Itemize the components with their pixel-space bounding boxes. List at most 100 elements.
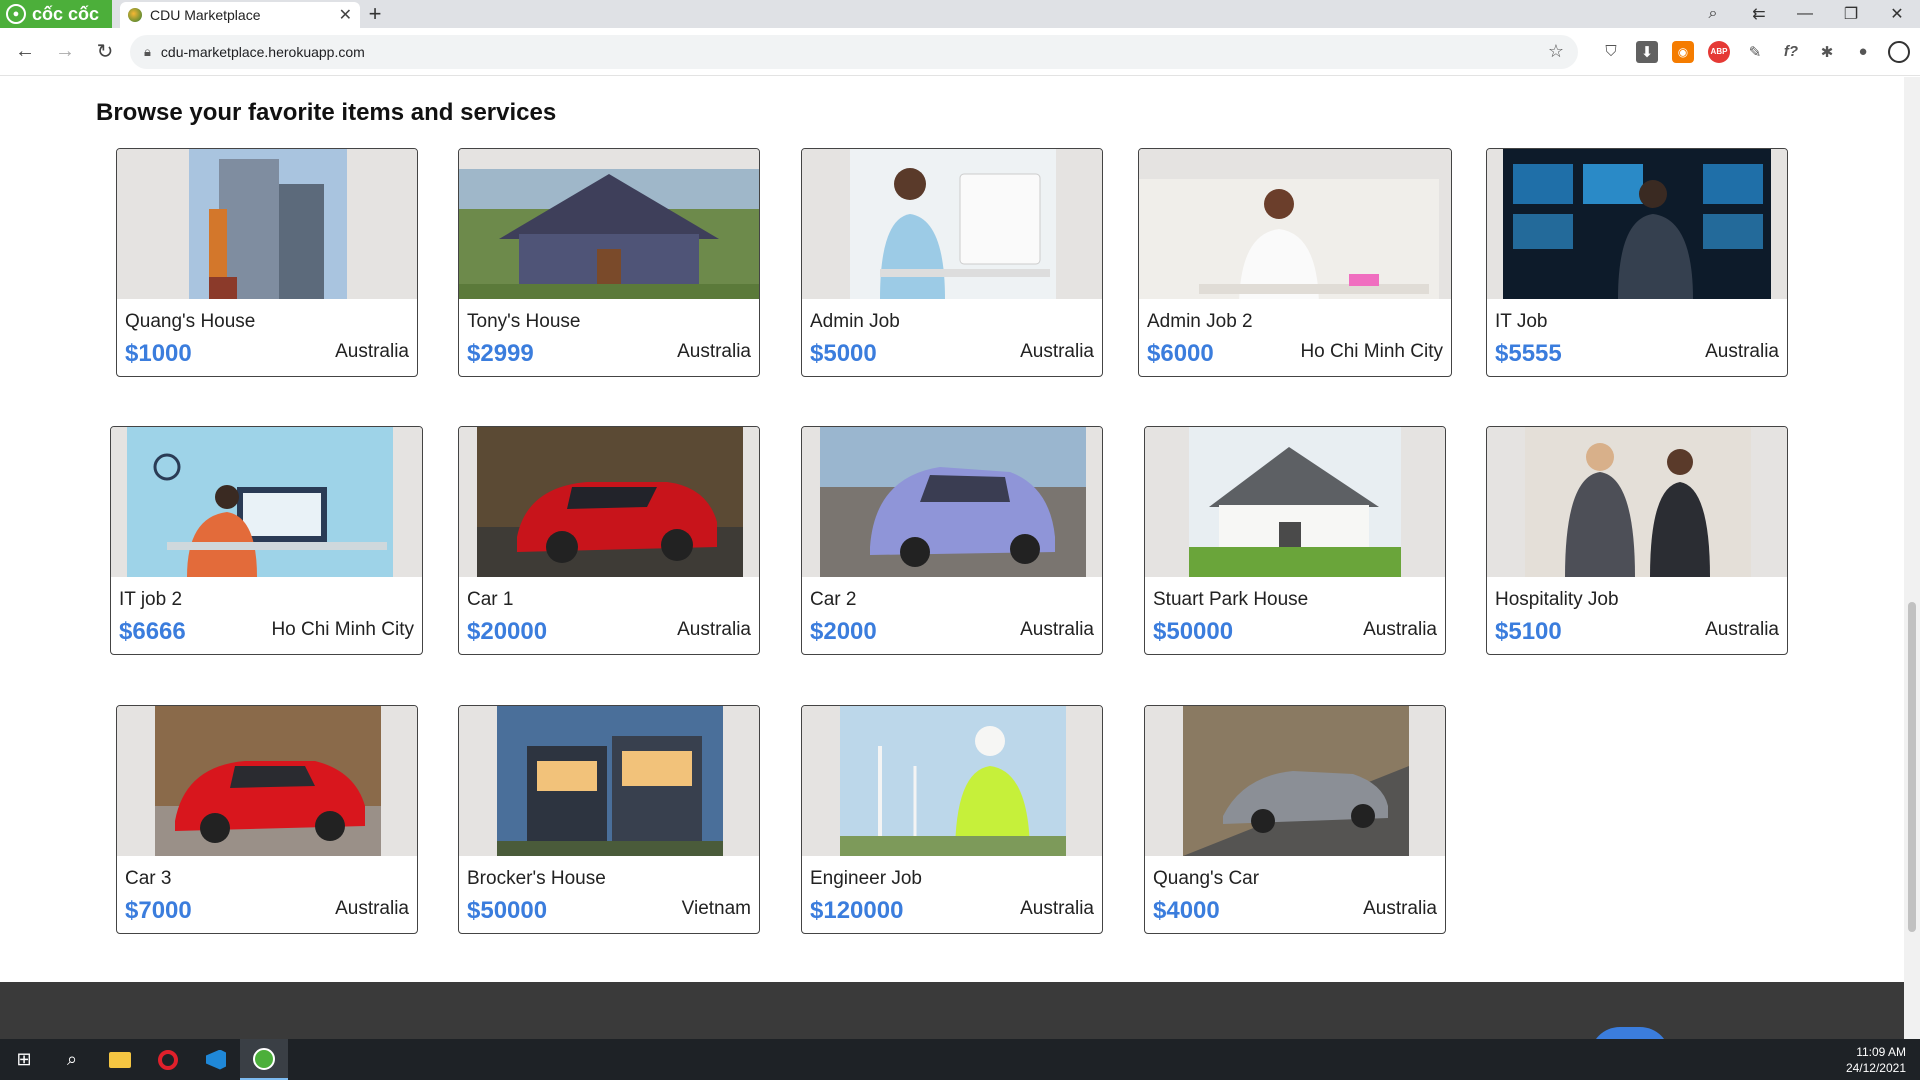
listing-price: $5000: [810, 340, 877, 367]
listing-price: $50000: [1153, 618, 1234, 645]
minimize-button[interactable]: —: [1782, 5, 1828, 23]
listing-price: $5555: [1495, 340, 1562, 367]
windows-taskbar: ⊞ ⌕ 11:09 AM 24/12/2021: [0, 1039, 1920, 1080]
puzzle-extensions-icon[interactable]: ✱: [1816, 41, 1838, 63]
listing-card[interactable]: Car 3 $7000 Australia: [116, 705, 418, 934]
listing-card[interactable]: Quang's Car $4000 Australia: [1144, 705, 1446, 934]
page-heading: Browse your favorite items and services: [96, 99, 557, 126]
reload-icon[interactable]: ↻: [90, 39, 120, 64]
listing-card[interactable]: Car 1 $20000 Australia: [458, 426, 760, 655]
clock-date: 24/12/2021: [1845, 1060, 1906, 1075]
brand-label: cốc cốc: [32, 3, 100, 24]
function-icon[interactable]: f?: [1780, 41, 1802, 63]
listing-name: IT Job: [1495, 311, 1548, 332]
listing-price: $120000: [810, 897, 904, 924]
listing-card[interactable]: Admin Job 2 $6000 Ho Chi Minh City: [1138, 148, 1452, 377]
listing-image: [1145, 427, 1445, 577]
clock-time: 11:09 AM: [1856, 1044, 1906, 1059]
listing-name: Quang's House: [125, 311, 256, 332]
listing-card[interactable]: IT job 2 $6666 Ho Chi Minh City: [110, 426, 423, 655]
close-window-button[interactable]: ✕: [1874, 4, 1920, 24]
listing-image: [117, 149, 417, 299]
listing-image: [459, 149, 759, 299]
windows-start-icon[interactable]: ⊞: [0, 1039, 48, 1080]
listing-location: Australia: [1705, 619, 1779, 640]
listing-price: $6000: [1147, 340, 1214, 367]
listing-image: [802, 706, 1102, 856]
rss-icon[interactable]: ◉: [1672, 40, 1694, 63]
listing-name: Tony's House: [467, 311, 581, 332]
listing-location: Australia: [1363, 619, 1437, 640]
listing-image: [802, 149, 1102, 299]
url-text[interactable]: cdu-marketplace.herokuapp.com: [161, 44, 365, 60]
listing-location: Australia: [1020, 619, 1094, 640]
listing-name: Car 2: [810, 589, 857, 610]
page-scrollbar[interactable]: [1904, 77, 1920, 1039]
listing-card[interactable]: Brocker's House $50000 Vietnam: [458, 705, 760, 934]
listing-location: Australia: [1020, 341, 1094, 362]
listing-price: $1000: [125, 340, 192, 367]
window-controls: ⌕ ⇇ — ❐ ✕: [1690, 0, 1920, 28]
listing-location: Australia: [677, 341, 751, 362]
listing-image: [1487, 427, 1787, 577]
vscode-icon[interactable]: [192, 1039, 240, 1080]
coccoc-menu-button[interactable]: ● cốc cốc: [0, 0, 112, 28]
search-tabs-icon[interactable]: ⌕: [1690, 5, 1736, 23]
listing-location: Australia: [1705, 341, 1779, 362]
close-tab-icon[interactable]: ✕: [339, 5, 352, 25]
listing-image: [1139, 149, 1451, 299]
listing-name: Engineer Job: [810, 868, 922, 889]
download-icon[interactable]: ⬇: [1636, 40, 1658, 63]
listing-location: Australia: [335, 898, 409, 919]
listing-name: Hospitality Job: [1495, 589, 1619, 610]
listing-card[interactable]: Engineer Job $120000 Australia: [801, 705, 1103, 934]
tab-cdu-marketplace[interactable]: CDU Marketplace ✕: [120, 2, 360, 28]
listing-name: Brocker's House: [467, 868, 606, 889]
back-forward-tabs-icon[interactable]: ⇇: [1736, 4, 1782, 24]
file-explorer-icon[interactable]: [96, 1039, 144, 1080]
listing-location: Vietnam: [681, 898, 751, 919]
listing-image: [1145, 706, 1445, 856]
listing-card[interactable]: Quang's House $1000 Australia: [116, 148, 418, 377]
forward-arrow-icon[interactable]: →: [50, 40, 80, 63]
chat-widget-button[interactable]: [1590, 1027, 1670, 1039]
listing-card[interactable]: Hospitality Job $5100 Australia: [1486, 426, 1788, 655]
menu-circle-icon[interactable]: [1888, 40, 1910, 63]
new-tab-button[interactable]: +: [360, 0, 390, 28]
listing-price: $20000: [467, 618, 548, 645]
listing-location: Ho Chi Minh City: [1300, 341, 1443, 362]
search-icon[interactable]: ⌕: [48, 1039, 96, 1080]
adblock-icon[interactable]: ABP: [1708, 40, 1730, 63]
lock-icon[interactable]: 🔒︎: [144, 44, 151, 60]
scrollbar-thumb[interactable]: [1908, 602, 1916, 932]
back-arrow-icon[interactable]: ←: [10, 40, 40, 63]
listing-card[interactable]: Car 2 $2000 Australia: [801, 426, 1103, 655]
system-clock[interactable]: 11:09 AM 24/12/2021: [1846, 1044, 1920, 1076]
listing-location: Ho Chi Minh City: [271, 619, 414, 640]
listing-name: IT job 2: [119, 589, 183, 610]
address-bar[interactable]: 🔒︎ cdu-marketplace.herokuapp.com ☆: [130, 34, 1578, 69]
bookmark-star-icon[interactable]: ☆: [1548, 41, 1564, 62]
listing-card[interactable]: Stuart Park House $50000 Australia: [1144, 426, 1446, 655]
listing-name: Admin Job 2: [1147, 311, 1253, 332]
restore-button[interactable]: ❐: [1828, 4, 1874, 24]
browser-toolbar: ← → ↻ 🔒︎ cdu-marketplace.herokuapp.com ☆…: [0, 28, 1920, 76]
listing-price: $4000: [1153, 897, 1220, 924]
listing-location: Australia: [1363, 898, 1437, 919]
listing-card[interactable]: IT Job $5555 Australia: [1486, 148, 1788, 377]
profile-icon[interactable]: ●: [1852, 41, 1874, 63]
listing-card[interactable]: Tony's House $2999 Australia: [458, 148, 760, 377]
listing-card[interactable]: Admin Job $5000 Australia: [801, 148, 1103, 377]
listing-price: $2000: [810, 618, 877, 645]
listing-location: Australia: [677, 619, 751, 640]
shield-icon[interactable]: ⛉: [1600, 41, 1622, 63]
listing-name: Admin Job: [810, 311, 900, 332]
listing-name: Stuart Park House: [1153, 589, 1309, 610]
page-content: Browse your favorite items and services …: [0, 77, 1904, 1039]
pen-icon[interactable]: ✎: [1744, 41, 1766, 63]
listing-location: Australia: [1020, 898, 1094, 919]
listing-name: Car 1: [467, 589, 514, 610]
opera-icon[interactable]: [144, 1039, 192, 1080]
listing-name: Quang's Car: [1153, 868, 1260, 889]
coccoc-browser-icon[interactable]: [240, 1039, 288, 1080]
